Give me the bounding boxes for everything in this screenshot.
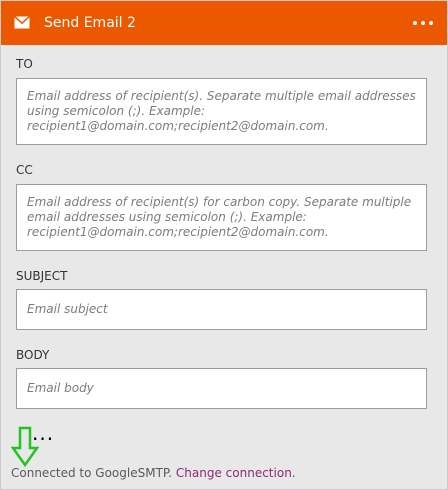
connection-status-text: Connected to GoogleSMTP. [11,466,173,480]
to-placeholder: Email address of recipient(s). Separate … [27,89,416,133]
body-label: BODY [16,348,50,362]
to-label: TO [16,57,33,71]
change-connection-link[interactable]: Change connection. [176,466,296,480]
connection-footer: Connected to GoogleSMTP. Change connecti… [11,466,296,480]
body-placeholder: Email body [27,381,94,395]
subject-label: SUBJECT [16,269,68,283]
show-advanced-options-button[interactable]: ... [32,423,54,443]
cc-field[interactable]: Email address of recipient(s) for carbon… [16,184,427,251]
subject-placeholder: Email subject [27,302,108,316]
to-field[interactable]: Email address of recipient(s). Separate … [16,78,427,145]
send-email-card: Send Email 2 TO Email address of recipie… [0,0,448,490]
cc-label: CC [16,163,33,177]
card-header: Send Email 2 [1,1,447,45]
mail-icon [14,16,30,29]
cc-placeholder: Email address of recipient(s) for carbon… [27,195,412,239]
subject-field[interactable]: Email subject [16,289,427,330]
body-field[interactable]: Email body [16,368,427,409]
card-title: Send Email 2 [44,15,136,31]
more-options-icon[interactable] [411,14,435,32]
